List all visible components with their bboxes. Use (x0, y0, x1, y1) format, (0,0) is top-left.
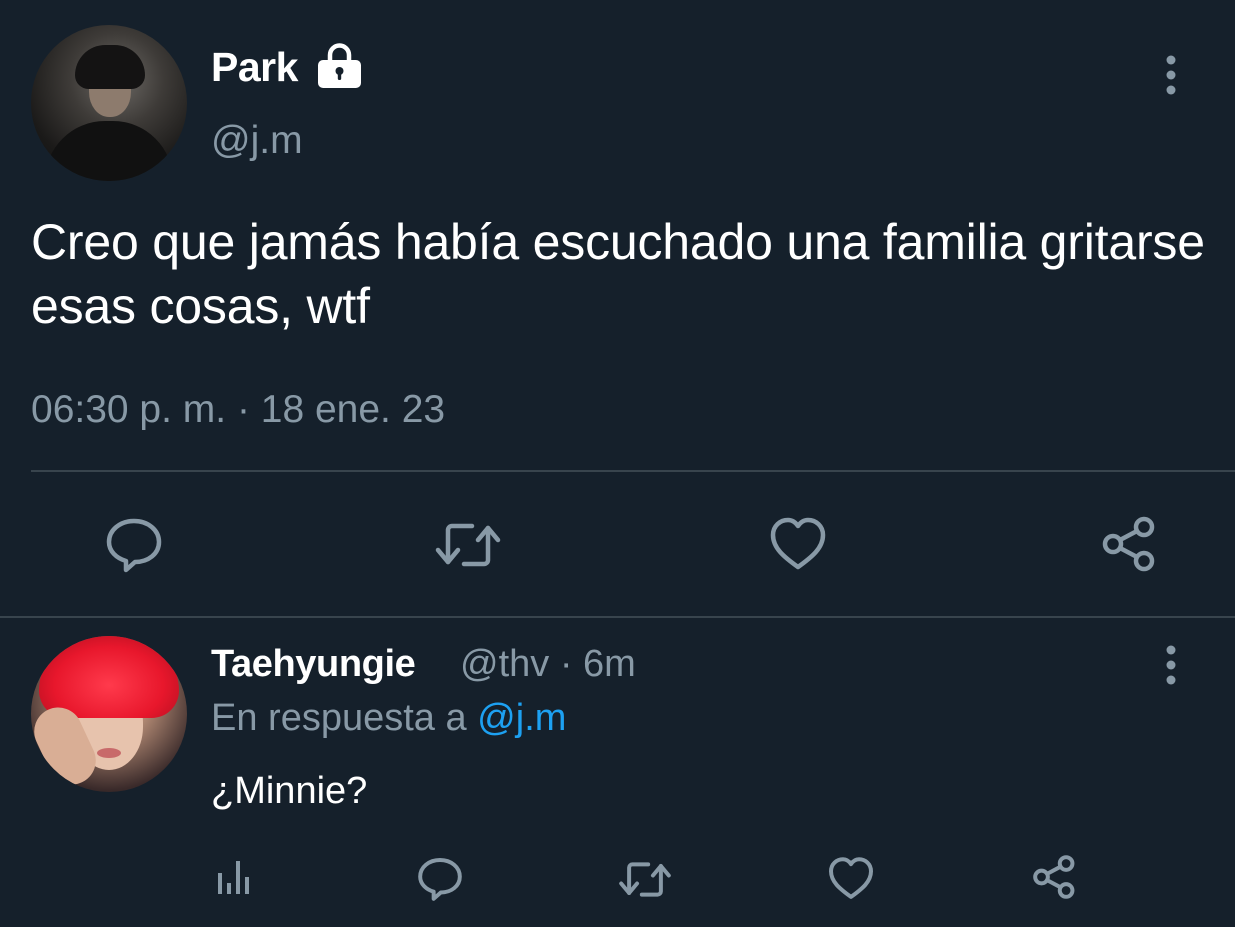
share-icon (1102, 516, 1155, 572)
reply-text: ¿Minnie? (211, 770, 368, 812)
like-button[interactable] (768, 516, 828, 572)
retweet-icon (619, 862, 671, 897)
handle-and-time[interactable]: @thv · 6m (460, 643, 636, 686)
handle[interactable]: @j.m (211, 119, 303, 163)
divider (31, 470, 1235, 472)
reply-button[interactable] (416, 856, 464, 902)
share-icon (1033, 855, 1075, 899)
comment-icon (106, 518, 162, 573)
tweet-timestamp[interactable]: 06:30 p. m. · 18 ene. 23 (31, 388, 445, 432)
mention-link[interactable]: @j.m (477, 697, 566, 739)
main-tweet: Park @j.m Creo que jamás había escuchado… (0, 0, 1235, 617)
avatar-figure-lips (97, 748, 121, 758)
retweet-icon (435, 523, 501, 567)
comment-icon (418, 857, 462, 901)
display-name[interactable]: Taehyungie (211, 643, 416, 686)
analytics-icon (218, 861, 249, 894)
avatar-figure-body (45, 121, 173, 181)
heart-icon (770, 517, 826, 570)
avatar[interactable] (31, 636, 187, 792)
more-vertical-icon[interactable] (1165, 55, 1177, 95)
retweet-button[interactable] (618, 858, 672, 901)
share-button[interactable] (1100, 515, 1160, 573)
lock-icon (318, 43, 361, 88)
share-button[interactable] (1031, 854, 1079, 900)
like-button[interactable] (827, 856, 875, 901)
analytics-button[interactable] (214, 857, 254, 897)
avatar-figure-hair (39, 636, 179, 718)
replying-to-label: En respuesta a (211, 697, 478, 739)
reply-button[interactable] (104, 516, 164, 574)
divider (0, 616, 1235, 618)
heart-icon (829, 857, 873, 899)
more-vertical-icon[interactable] (1165, 645, 1177, 685)
tweet-detail-page: Park @j.m Creo que jamás había escuchado… (0, 0, 1235, 927)
retweet-button[interactable] (434, 518, 502, 572)
tweet-text: Creo que jamás había escuchado una famil… (31, 214, 1205, 334)
avatar[interactable] (31, 25, 187, 181)
replying-to: En respuesta a @j.m (211, 697, 566, 740)
avatar-figure-hair (75, 45, 145, 89)
display-name[interactable]: Park (211, 44, 298, 91)
